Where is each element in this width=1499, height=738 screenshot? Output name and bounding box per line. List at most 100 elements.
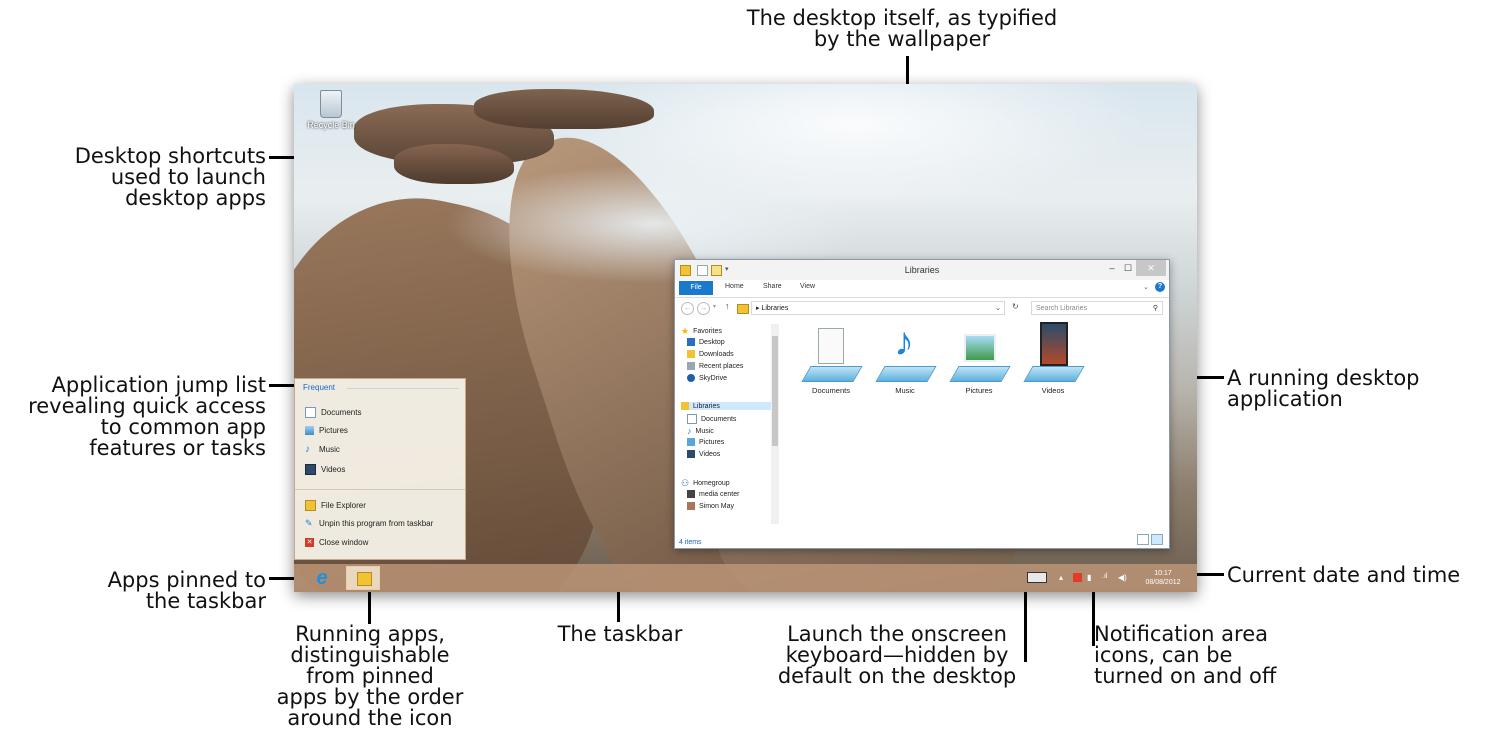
search-icon: ⚲	[1152, 305, 1158, 312]
clock-date: 08/08/2012	[1145, 579, 1181, 586]
file-explorer-taskbar-button[interactable]	[346, 566, 380, 590]
jump-list-task-file-explorer[interactable]: File Explorer	[305, 500, 366, 511]
nav-item-documents[interactable]: Documents	[687, 414, 736, 424]
address-bar[interactable]: ▸ Libraries ⌄	[751, 301, 1005, 315]
library-label: Documents	[812, 386, 850, 395]
close-button[interactable]: ✕	[1136, 260, 1166, 276]
library-documents[interactable]: Documents	[791, 324, 871, 395]
details-view-button[interactable]	[1137, 534, 1149, 545]
nav-item-desktop[interactable]: Desktop	[687, 338, 725, 346]
show-hidden-icons-icon[interactable]: ▴	[1059, 573, 1063, 582]
library-label: Videos	[1041, 386, 1065, 395]
jump-list-header: Frequent	[303, 383, 336, 392]
user-avatar-icon	[687, 502, 695, 510]
callout-taskbar: The taskbar	[557, 622, 683, 646]
jump-list-item-music[interactable]: ♪ Music	[305, 444, 340, 455]
jump-list-item-pictures[interactable]: Pictures	[305, 426, 348, 435]
tab-file[interactable]: File	[679, 281, 713, 295]
tab-view[interactable]: View	[800, 283, 815, 290]
nav-label: Recent places	[699, 362, 744, 370]
callout-onscreen-keyboard: Launch the onscreen keyboard—hidden by d…	[777, 622, 1017, 688]
nav-label: Simon May	[699, 502, 735, 510]
callout-jump-list: Application jump list revealing quick ac…	[28, 373, 266, 460]
expand-ribbon-icon[interactable]: ⌄	[1143, 283, 1149, 291]
pictures-icon	[305, 426, 314, 435]
jump-list-item-label: Unpin this program from taskbar	[319, 519, 434, 528]
picture-frame	[964, 334, 996, 362]
nav-favorites[interactable]: ★ Favorites	[681, 326, 722, 337]
large-icons-view-button[interactable]	[1151, 534, 1163, 545]
jump-list-task-close-window[interactable]: ✕ Close window	[305, 538, 368, 547]
callout-wallpaper: The desktop itself, as typified by the w…	[746, 6, 1058, 51]
volume-icon[interactable]: ◀)	[1118, 573, 1127, 582]
jump-list-item-documents[interactable]: Documents	[305, 407, 361, 418]
address-toolbar: ← → ▾ ↑ ▸ Libraries ⌄ ↻ Search Libraries…	[675, 298, 1169, 320]
window-title-bar[interactable]: ▾ Libraries – ☐ ✕	[675, 260, 1169, 280]
minimize-button[interactable]: –	[1105, 260, 1119, 276]
jump-list-header-divider	[347, 388, 459, 389]
address-text: Libraries	[761, 305, 789, 312]
tab-share[interactable]: Share	[763, 283, 782, 290]
jump-list-divider	[295, 489, 465, 490]
navigation-pane: ★ Favorites Desktop Downloads Recent pla…	[675, 322, 783, 532]
jump-list-task-unpin[interactable]: ✎ Unpin this program from taskbar	[305, 518, 434, 529]
action-center-flag-icon[interactable]	[1073, 573, 1082, 582]
nav-item-downloads[interactable]: Downloads	[687, 350, 734, 358]
recent-locations-icon[interactable]: ▾	[713, 303, 716, 310]
library-videos[interactable]: Videos	[1013, 322, 1093, 395]
jump-list-item-videos[interactable]: Videos	[305, 464, 345, 475]
nav-item-pictures[interactable]: Pictures	[687, 438, 724, 446]
document-page	[818, 328, 844, 364]
library-shelf	[801, 366, 863, 382]
taskbar[interactable]: e ▴ ▮ .ıl ◀) 10:17 08/08/2012	[294, 564, 1197, 592]
help-icon[interactable]: ?	[1155, 282, 1165, 292]
jump-list-item-label: Videos	[321, 465, 346, 474]
nav-item-music[interactable]: ♪ Music	[687, 426, 714, 436]
nav-item-skydrive[interactable]: SkyDrive	[687, 374, 727, 382]
nav-item-recent-places[interactable]: Recent places	[687, 362, 743, 370]
music-icon: ♪	[305, 444, 310, 455]
nav-label: Pictures	[699, 438, 725, 446]
network-signal-icon[interactable]: .ıl	[1102, 573, 1107, 580]
library-shelf	[949, 366, 1011, 382]
nav-item-media-center[interactable]: media center	[687, 490, 739, 498]
refresh-icon[interactable]: ↻	[1012, 302, 1019, 311]
nav-label: SkyDrive	[699, 374, 728, 382]
ribbon-tabs: File Home Share View ⌄ ?	[675, 280, 1169, 298]
nav-homegroup[interactable]: ⚇ Homegroup	[681, 478, 730, 489]
nav-label: Favorites	[693, 328, 722, 335]
forward-button[interactable]: →	[697, 302, 710, 315]
nav-libraries[interactable]: Libraries	[681, 402, 773, 410]
up-arrow-icon[interactable]: ↑	[725, 301, 730, 311]
internet-explorer-icon[interactable]: e	[308, 567, 336, 589]
file-explorer-window[interactable]: ▾ Libraries – ☐ ✕ File Home Share View ⌄…	[674, 259, 1170, 549]
recycle-bin-shortcut[interactable]: Recycle Bin	[306, 90, 356, 130]
callout-pinned-apps: Apps pinned to the taskbar	[107, 568, 266, 613]
library-music[interactable]: ♪ Music	[865, 320, 945, 395]
nav-item-videos[interactable]: Videos	[687, 450, 720, 458]
callout-desktop-shortcuts: Desktop shortcuts used to launch desktop…	[74, 144, 266, 210]
window-title: Libraries	[904, 265, 940, 275]
wallpaper-rock	[474, 89, 654, 129]
search-input[interactable]: Search Libraries ⚲	[1031, 301, 1163, 315]
recycle-bin-icon	[320, 90, 342, 118]
power-icon[interactable]: ▮	[1087, 573, 1091, 582]
nav-label: media center	[699, 490, 740, 498]
clock[interactable]: 10:17 08/08/2012	[1132, 569, 1194, 587]
nav-label: Videos	[699, 450, 721, 458]
nav-item-simon-may[interactable]: Simon May	[687, 502, 734, 510]
desktop[interactable]: Recycle Bin Frequent Documents Pictures …	[294, 84, 1197, 592]
maximize-button[interactable]: ☐	[1121, 260, 1135, 276]
unpin-icon: ✎	[305, 518, 313, 528]
address-dropdown-icon[interactable]: ⌄	[995, 302, 1001, 316]
status-item-count: 4 items	[679, 539, 702, 546]
touch-keyboard-icon[interactable]	[1027, 572, 1047, 583]
nav-label: Downloads	[699, 350, 734, 358]
tab-home[interactable]: Home	[725, 283, 744, 290]
library-pictures[interactable]: Pictures	[939, 324, 1019, 395]
nav-scrollbar-thumb[interactable]	[772, 336, 778, 446]
nav-label: Music	[695, 427, 714, 435]
videos-library-icon	[1023, 322, 1085, 382]
callout-notification-area: Notification area icons, can be turned o…	[1094, 622, 1277, 688]
back-button[interactable]: ←	[681, 302, 694, 315]
